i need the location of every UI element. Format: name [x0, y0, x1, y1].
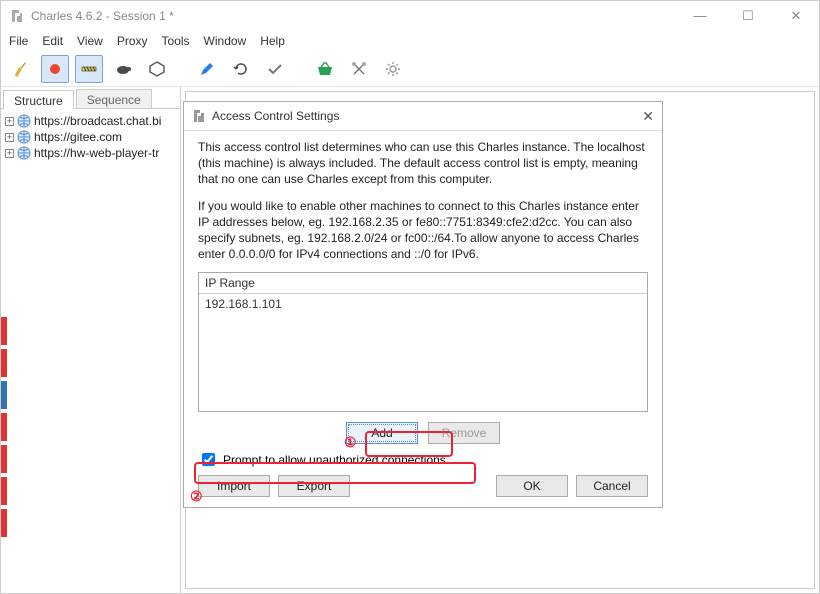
tree-item[interactable]: + https://broadcast.chat.bi: [5, 113, 176, 129]
check-icon[interactable]: [261, 55, 289, 83]
left-edge-markers: [1, 317, 7, 537]
globe-icon: [17, 146, 31, 160]
dialog-close-button[interactable]: ✕: [642, 108, 654, 125]
ok-button[interactable]: OK: [496, 475, 568, 497]
window-titlebar: Charles 4.6.2 - Session 1 * — ☐ ✕: [1, 1, 819, 31]
dialog-title: Access Control Settings: [212, 109, 642, 123]
dialog-body: This access control list determines who …: [184, 130, 662, 507]
basket-icon[interactable]: [311, 55, 339, 83]
maximize-button[interactable]: ☐: [733, 8, 763, 24]
minimize-button[interactable]: —: [685, 8, 715, 24]
pen-icon[interactable]: [193, 55, 221, 83]
tabs-row: Structure Sequence: [1, 87, 180, 109]
turtle-icon[interactable]: [109, 55, 137, 83]
ip-range-header: IP Range: [199, 273, 647, 294]
record-icon[interactable]: [41, 55, 69, 83]
dialog-description-1: This access control list determines who …: [198, 139, 648, 188]
gear-icon[interactable]: [379, 55, 407, 83]
add-remove-row: Add Remove: [198, 422, 648, 444]
prompt-checkbox-label: Prompt to allow unauthorized connections: [223, 453, 446, 467]
app-icon: [9, 8, 25, 24]
ip-range-list[interactable]: IP Range 192.168.1.101: [198, 272, 648, 412]
globe-icon: [17, 114, 31, 128]
close-button[interactable]: ✕: [781, 8, 811, 24]
menu-file[interactable]: File: [9, 34, 28, 48]
expand-icon[interactable]: +: [5, 149, 14, 158]
menu-help[interactable]: Help: [260, 34, 285, 48]
structure-tree[interactable]: + https://broadcast.chat.bi + https://gi…: [1, 109, 180, 165]
dialog-bottom-row: Import Export OK Cancel: [198, 475, 648, 497]
ip-range-row[interactable]: 192.168.1.101: [199, 294, 647, 314]
menu-edit[interactable]: Edit: [42, 34, 63, 48]
tab-structure[interactable]: Structure: [3, 90, 74, 109]
cancel-button[interactable]: Cancel: [576, 475, 648, 497]
globe-icon: [17, 130, 31, 144]
dialog-description-2: If you would like to enable other machin…: [198, 198, 648, 263]
tree-label: https://broadcast.chat.bi: [34, 114, 161, 128]
access-control-dialog: Access Control Settings ✕ This access co…: [183, 101, 663, 508]
dialog-titlebar[interactable]: Access Control Settings ✕: [184, 102, 662, 130]
menu-view[interactable]: View: [77, 34, 103, 48]
tree-item[interactable]: + https://hw-web-player-tr: [5, 145, 176, 161]
prompt-checkbox[interactable]: [202, 453, 215, 466]
tree-item[interactable]: + https://gitee.com: [5, 129, 176, 145]
expand-icon[interactable]: +: [5, 117, 14, 126]
hexagon-icon[interactable]: [143, 55, 171, 83]
tree-label: https://gitee.com: [34, 130, 122, 144]
throttle-icon[interactable]: [75, 55, 103, 83]
broom-icon[interactable]: [7, 55, 35, 83]
tab-sequence[interactable]: Sequence: [76, 89, 152, 108]
menu-tools[interactable]: Tools: [162, 34, 190, 48]
prompt-checkbox-row[interactable]: Prompt to allow unauthorized connections: [198, 450, 648, 469]
import-button[interactable]: Import: [198, 475, 270, 497]
expand-icon[interactable]: +: [5, 133, 14, 142]
add-button[interactable]: Add: [346, 422, 418, 444]
refresh-icon[interactable]: [227, 55, 255, 83]
window-controls: — ☐ ✕: [685, 8, 811, 24]
tree-label: https://hw-web-player-tr: [34, 146, 159, 160]
menu-window[interactable]: Window: [204, 34, 247, 48]
menubar: File Edit View Proxy Tools Window Help: [1, 31, 819, 51]
menu-proxy[interactable]: Proxy: [117, 34, 148, 48]
window-title: Charles 4.6.2 - Session 1 *: [31, 9, 685, 23]
dialog-icon: [192, 109, 206, 123]
left-pane: Structure Sequence + https://broadcast.c…: [1, 87, 181, 593]
remove-button[interactable]: Remove: [428, 422, 500, 444]
export-button[interactable]: Export: [278, 475, 350, 497]
toolbar: [1, 51, 819, 87]
tools-icon[interactable]: [345, 55, 373, 83]
